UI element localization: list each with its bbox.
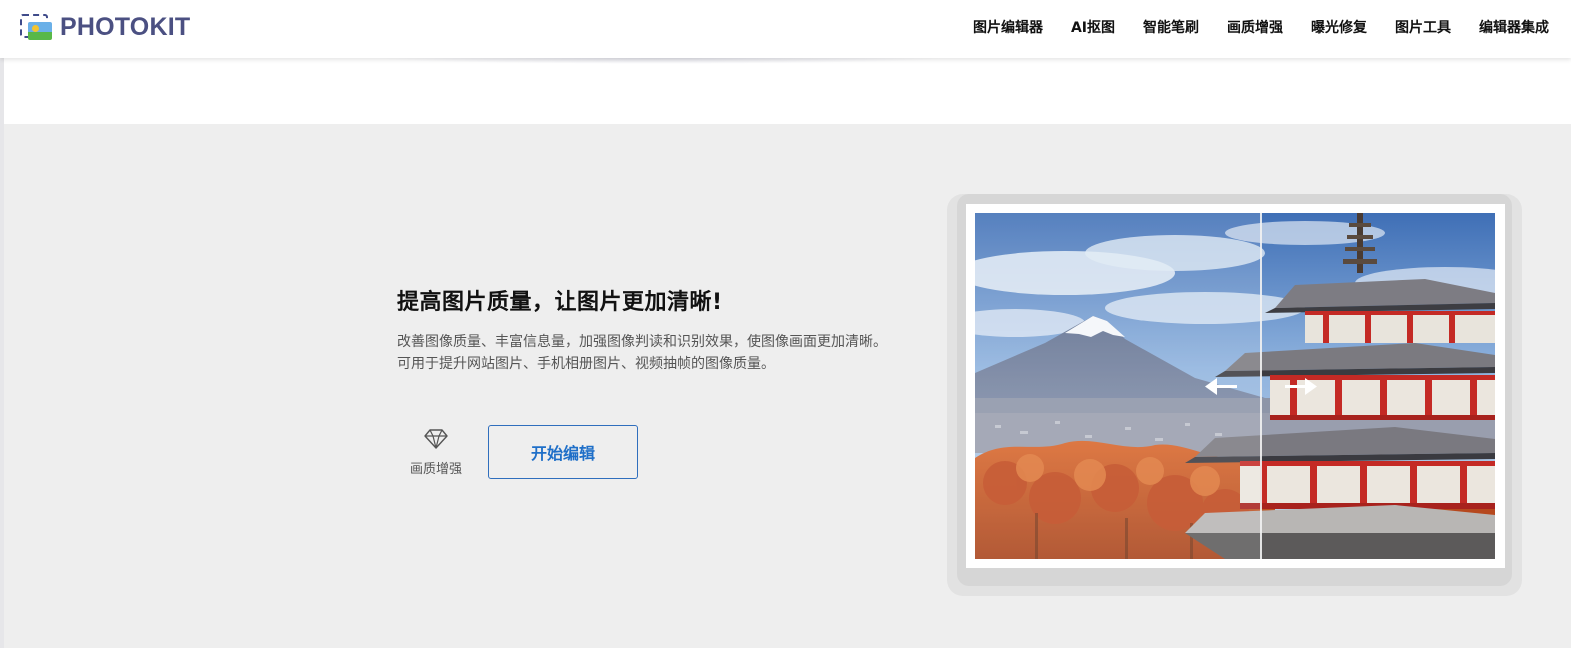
main-nav: 图片编辑器 AI抠图 智能笔刷 画质增强 曝光修复 图片工具 编辑器集成 xyxy=(945,0,1549,54)
badge-label: 画质增强 xyxy=(409,462,462,477)
nav-item-exposure-fix[interactable]: 曝光修复 xyxy=(1311,17,1367,37)
nav-item-smart-brush[interactable]: 智能笔刷 xyxy=(1143,17,1199,37)
section-bottom-band xyxy=(0,648,1571,654)
nav-item-quality-enhance[interactable]: 画质增强 xyxy=(1227,17,1283,37)
nav-item-image-editor[interactable]: 图片编辑器 xyxy=(973,17,1043,37)
feature-description-line: 可用于提升网站图片、手机相册图片、视频抽帧的图像质量。 xyxy=(397,356,775,372)
nav-item-editor-integration[interactable]: 编辑器集成 xyxy=(1479,17,1549,37)
fuji-pagoda-scene xyxy=(975,213,1495,559)
site-header: PHOTOKIT 图片编辑器 AI抠图 智能笔刷 画质增强 曝光修复 图片工具 … xyxy=(0,0,1571,58)
comparison-slider-line xyxy=(1260,213,1262,559)
image-frame-icon xyxy=(20,14,52,40)
nav-item-image-tools[interactable]: 图片工具 xyxy=(1395,17,1451,37)
logo-text: PHOTOKIT xyxy=(60,12,191,41)
quality-enhance-badge: 画质增强 xyxy=(404,428,468,477)
start-editing-button[interactable]: 开始编辑 xyxy=(488,425,638,479)
logo[interactable]: PHOTOKIT xyxy=(20,12,190,42)
nav-item-ai-cutout[interactable]: AI抠图 xyxy=(1071,17,1115,37)
diamond-icon xyxy=(424,429,448,449)
feature-description-line: 改善图像质量、丰富信息量，加强图像判读和识别效果，使图像画面更加清晰。 xyxy=(397,334,887,350)
before-after-image[interactable] xyxy=(975,213,1495,559)
feature-description: 改善图像质量、丰富信息量，加强图像判读和识别效果，使图像画面更加清晰。 可用于提… xyxy=(397,331,937,375)
feature-title: 提高图片质量，让图片更加清晰! xyxy=(397,290,723,315)
